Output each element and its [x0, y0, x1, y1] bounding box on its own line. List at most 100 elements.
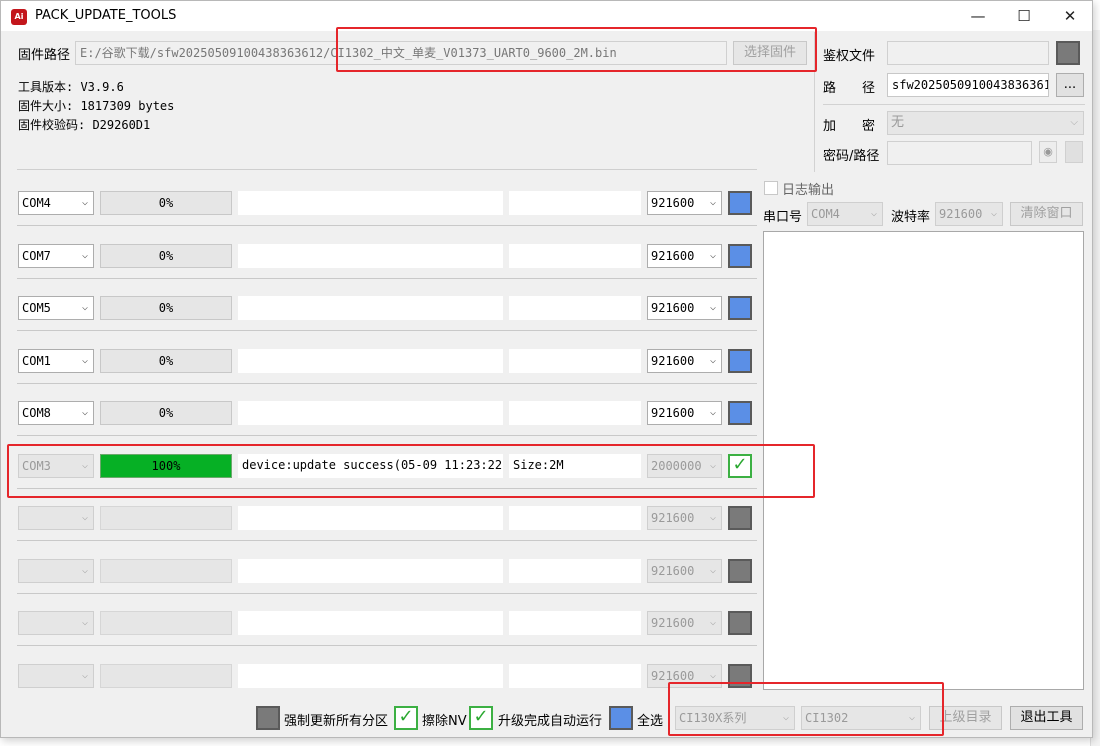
baud-value: 921600 — [651, 354, 695, 368]
progress-bar: 100% — [100, 454, 232, 478]
baud-select[interactable]: 921600 ⌵ — [647, 664, 722, 688]
port-value: COM7 — [22, 249, 51, 263]
baud-select[interactable]: 921600 ⌵ — [647, 244, 722, 268]
port-select[interactable]: COM8 ⌵ — [18, 401, 94, 425]
encrypt-value: 无 — [891, 115, 905, 130]
auth-browse-button[interactable]: ... — [1056, 73, 1084, 97]
log-baud-label: 波特率 — [891, 210, 931, 225]
chevron-down-icon: ⌵ — [709, 460, 716, 471]
firmware-path-label: 固件路径 — [18, 48, 71, 63]
chevron-down-icon: ⌵ — [81, 460, 88, 471]
baud-select[interactable]: 921600 ⌵ — [647, 296, 722, 320]
port-select[interactable]: ⌵ — [18, 611, 94, 635]
password-field[interactable] — [887, 141, 1032, 165]
chevron-down-icon: ⌵ — [709, 565, 716, 576]
size-text — [509, 506, 641, 530]
auto-run-label: 升级完成自动运行 — [498, 714, 603, 729]
status-text — [238, 244, 503, 268]
port-select[interactable]: COM1 ⌵ — [18, 349, 94, 373]
log-baud-select[interactable]: 921600 ⌵ — [935, 202, 1003, 226]
baud-value: 2000000 — [651, 459, 702, 473]
row-separator — [17, 540, 757, 541]
port-checkbox[interactable] — [728, 349, 752, 373]
erase-nv-checkbox[interactable]: ✓ — [394, 706, 418, 730]
port-select[interactable]: COM5 ⌵ — [18, 296, 94, 320]
baud-value: 921600 — [651, 564, 695, 578]
baud-value: 921600 — [651, 196, 695, 210]
chevron-down-icon: ⌵ — [709, 670, 716, 681]
port-select[interactable]: COM7 ⌵ — [18, 244, 94, 268]
chevron-down-icon: ⌵ — [709, 197, 716, 208]
status-text — [238, 191, 503, 215]
port-select[interactable]: ⌵ — [18, 664, 94, 688]
auth-file-toggle[interactable] — [1056, 41, 1080, 65]
encrypt-select[interactable]: 无 ⌵ — [887, 111, 1084, 135]
port-checkbox[interactable] — [728, 401, 752, 425]
chevron-down-icon: ⌵ — [990, 208, 997, 219]
chevron-down-icon: ⌵ — [81, 302, 88, 313]
port-checkbox[interactable] — [728, 611, 752, 635]
baud-select[interactable]: 921600 ⌵ — [647, 611, 722, 635]
port-select[interactable]: COM4 ⌵ — [18, 191, 94, 215]
port-checkbox[interactable] — [728, 296, 752, 320]
log-output-area — [763, 231, 1084, 690]
chevron-down-icon: ⌵ — [908, 712, 915, 723]
baud-select[interactable]: 921600 ⌵ — [647, 401, 722, 425]
close-button[interactable]: ✕ — [1047, 1, 1093, 31]
firmware-checksum: 固件校验码: D29260D1 — [18, 118, 151, 132]
status-text — [238, 664, 503, 688]
series-select[interactable]: CI130X系列 ⌵ — [675, 706, 795, 730]
chevron-down-icon: ⌵ — [81, 670, 88, 681]
select-all-checkbox[interactable] — [609, 706, 633, 730]
auth-file-field[interactable] — [887, 41, 1049, 65]
firmware-path-field[interactable]: E:/谷歌下载/sfw20250509100438363612/CI1302_中… — [75, 41, 727, 65]
port-checkbox[interactable] — [728, 244, 752, 268]
row-separator — [17, 488, 757, 489]
port-checkbox[interactable] — [728, 559, 752, 583]
progress-bar — [100, 664, 232, 688]
port-checkbox[interactable] — [728, 506, 752, 530]
size-text — [509, 349, 641, 373]
port-value: COM4 — [22, 196, 51, 210]
progress-bar — [100, 559, 232, 583]
series-value: CI130X系列 — [679, 711, 747, 725]
size-text — [509, 559, 641, 583]
port-checkbox[interactable] — [728, 664, 752, 688]
auth-path-field[interactable]: sfw20250509100438363612 — [887, 73, 1049, 97]
port-checkbox[interactable] — [728, 191, 752, 215]
select-firmware-button[interactable]: 选择固件 — [733, 41, 807, 65]
password-browse-button[interactable] — [1065, 141, 1083, 163]
success-check-icon[interactable]: ✓ — [728, 454, 752, 478]
maximize-button[interactable]: ☐ — [1001, 1, 1047, 31]
chevron-down-icon: ⌵ — [81, 250, 88, 261]
port-select[interactable]: COM3 ⌵ — [18, 454, 94, 478]
baud-select[interactable]: 921600 ⌵ — [647, 349, 722, 373]
force-update-label: 强制更新所有分区 — [284, 714, 389, 729]
chevron-down-icon: ⌵ — [81, 407, 88, 418]
baud-select[interactable]: 2000000 ⌵ — [647, 454, 722, 478]
eye-icon[interactable]: ◉ — [1039, 141, 1057, 163]
baud-select[interactable]: 921600 ⌵ — [647, 191, 722, 215]
log-output-checkbox[interactable] — [764, 181, 778, 195]
chevron-down-icon: ⌵ — [782, 712, 789, 723]
parent-dir-button[interactable]: 上级目录 — [929, 706, 1002, 730]
minimize-button[interactable]: — — [955, 1, 1001, 31]
exit-button[interactable]: 退出工具 — [1010, 706, 1083, 730]
baud-select[interactable]: 921600 ⌵ — [647, 506, 722, 530]
auth-separator — [823, 104, 1085, 105]
size-text — [509, 401, 641, 425]
port-select[interactable]: ⌵ — [18, 559, 94, 583]
auto-run-checkbox[interactable]: ✓ — [469, 706, 493, 730]
size-text: Size:2M — [509, 454, 641, 478]
chip-value: CI1302 — [805, 711, 849, 725]
chevron-down-icon: ⌵ — [709, 407, 716, 418]
progress-bar — [100, 506, 232, 530]
log-port-select[interactable]: COM4 ⌵ — [807, 202, 883, 226]
force-update-checkbox[interactable] — [256, 706, 280, 730]
port-select[interactable]: ⌵ — [18, 506, 94, 530]
size-text — [509, 611, 641, 635]
clear-log-button[interactable]: 清除窗口 — [1010, 202, 1083, 226]
baud-select[interactable]: 921600 ⌵ — [647, 559, 722, 583]
chip-select[interactable]: CI1302 ⌵ — [801, 706, 921, 730]
row-separator — [17, 593, 757, 594]
